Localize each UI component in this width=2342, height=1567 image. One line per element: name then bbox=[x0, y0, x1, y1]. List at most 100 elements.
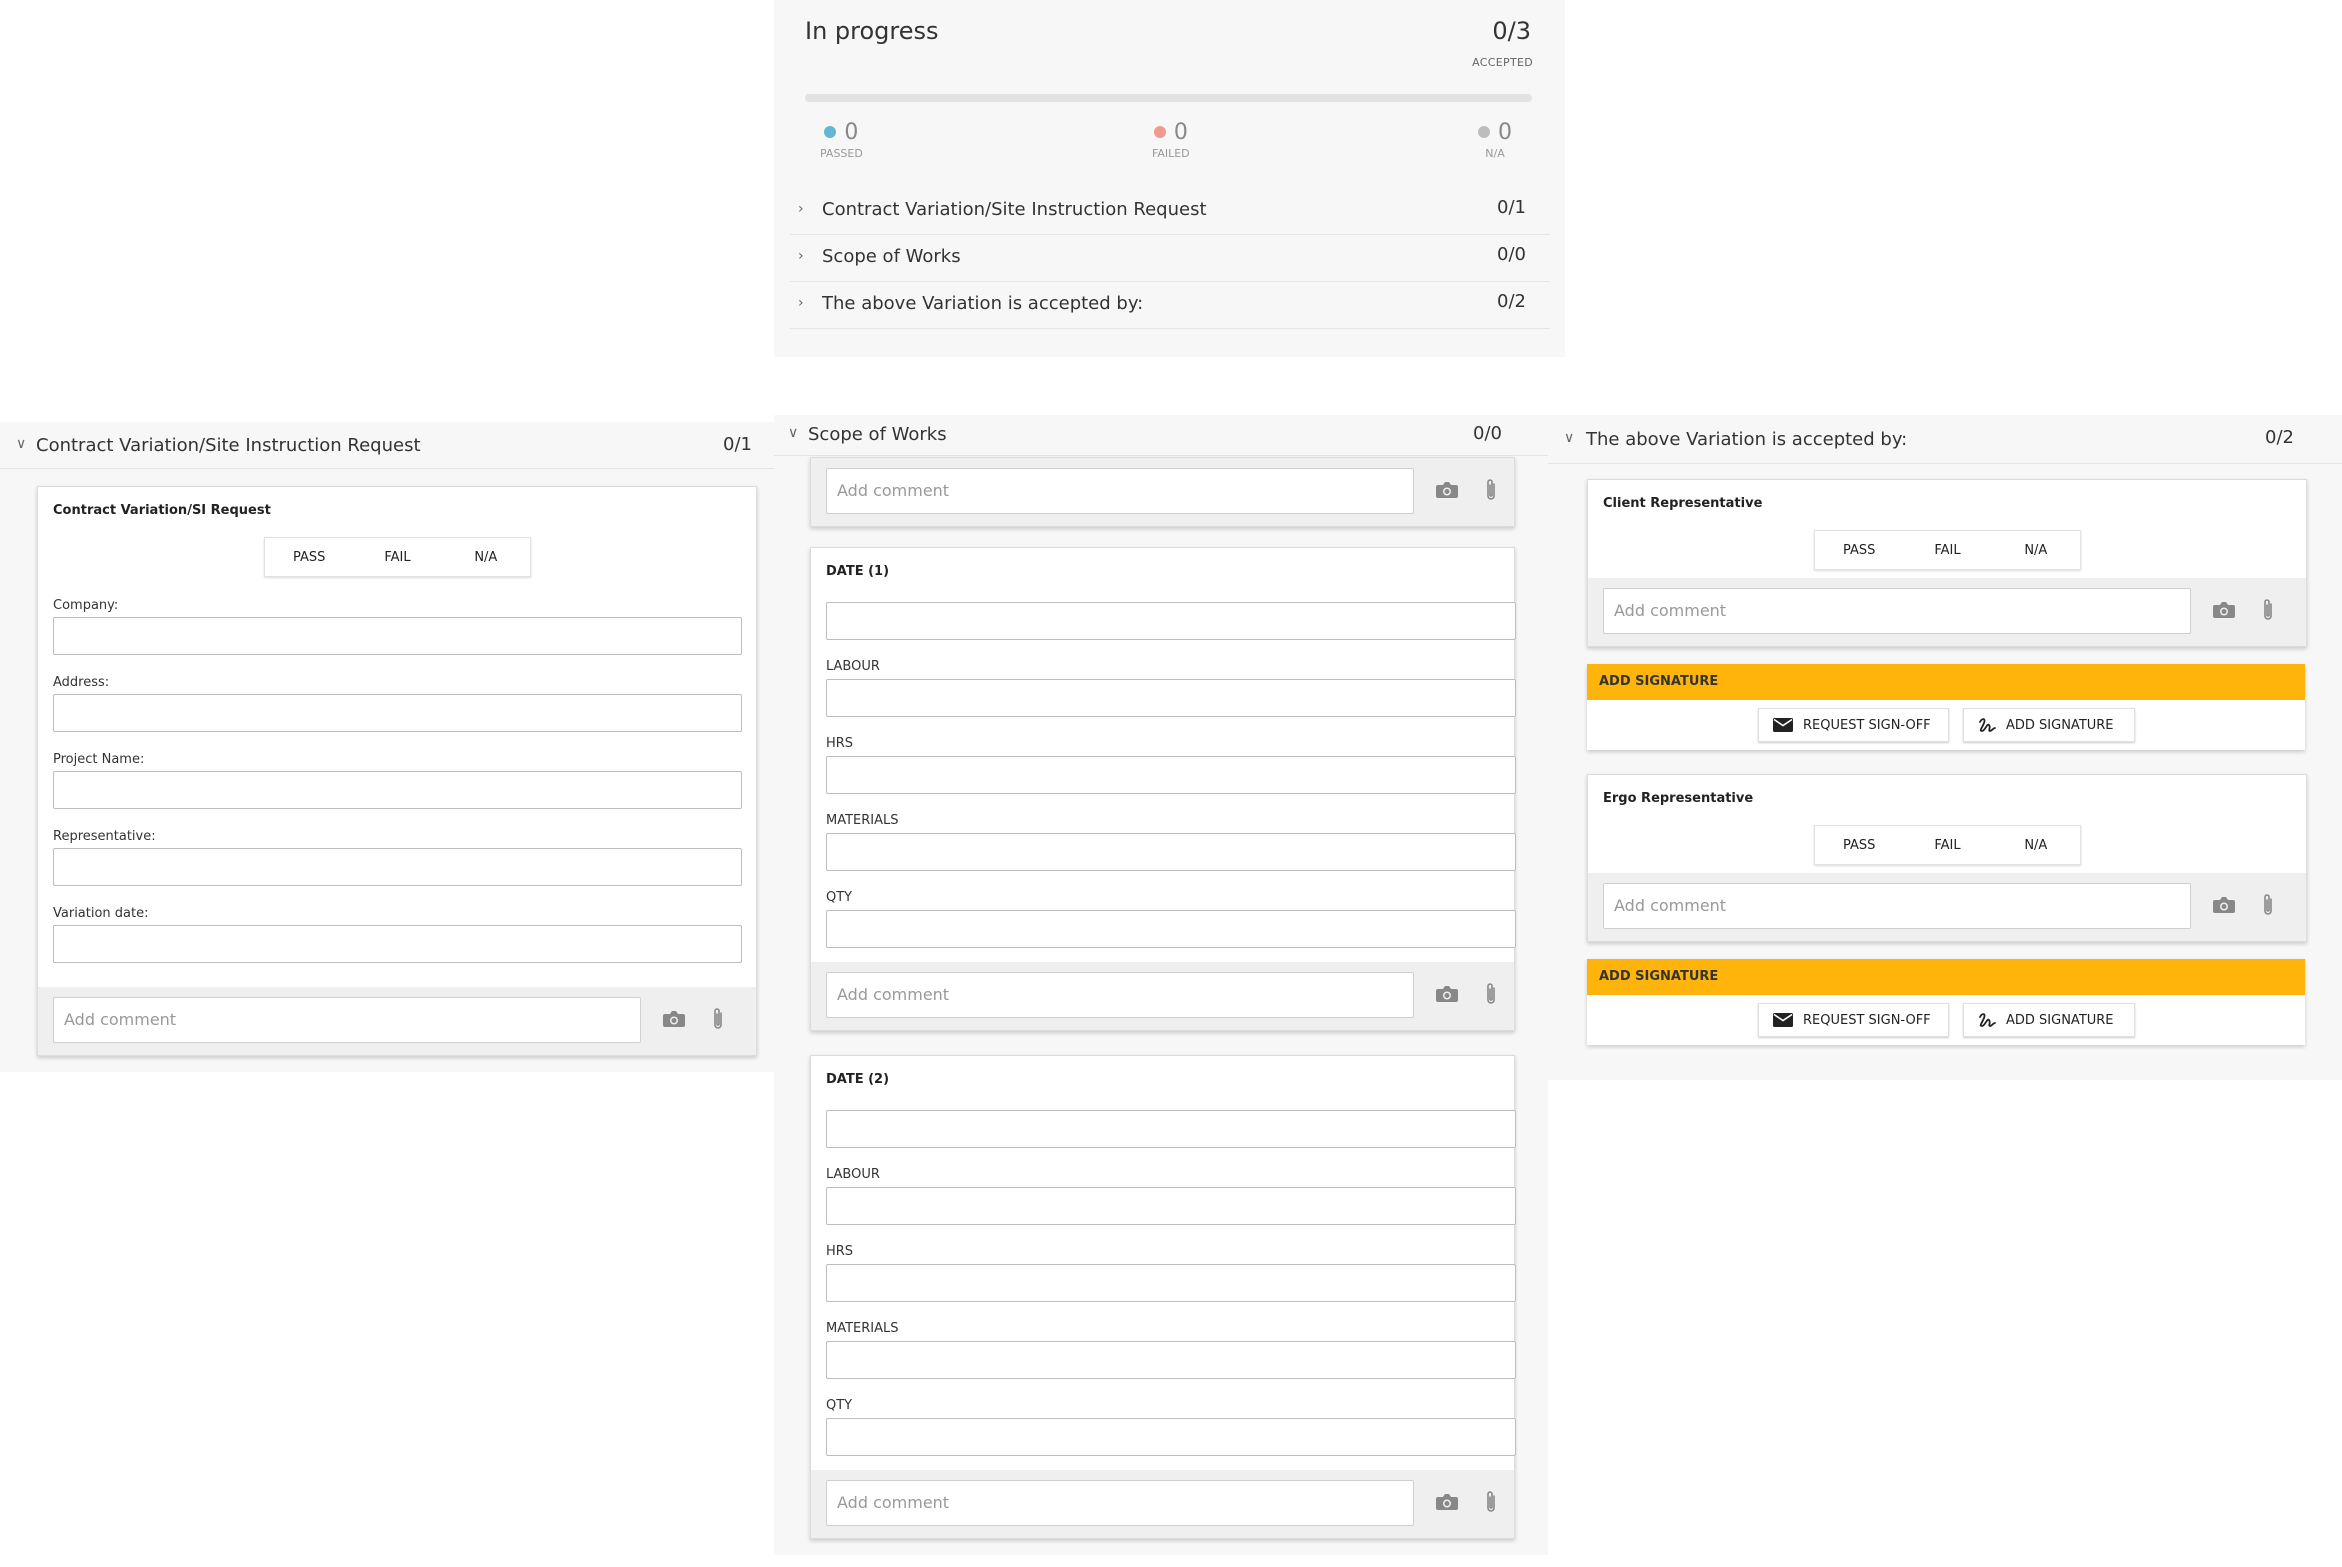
summary-row-accepted[interactable]: › The above Variation is accepted by: 0/… bbox=[790, 281, 1550, 329]
pass-button[interactable]: PASS bbox=[1815, 826, 1903, 864]
camera-icon[interactable] bbox=[2213, 897, 2235, 913]
camera-icon[interactable] bbox=[1436, 482, 1458, 498]
variation-date-field[interactable] bbox=[53, 925, 742, 963]
materials-field[interactable] bbox=[826, 1341, 1516, 1379]
ergo-rep-card: Ergo Representative PASS FAIL N/A Add co… bbox=[1587, 774, 2307, 942]
comment-bar: Add comment bbox=[38, 987, 756, 1055]
section-title: Scope of Works bbox=[808, 424, 947, 445]
inspection-summary: In progress 0/3 ACCEPTED 0 PASSED 0 FAIL… bbox=[774, 0, 1565, 357]
request-signoff-label: REQUEST SIGN-OFF bbox=[1803, 717, 1931, 733]
add-signature-heading: ADD SIGNATURE bbox=[1599, 969, 1719, 984]
accept-section: ∨ The above Variation is accepted by: 0/… bbox=[1548, 415, 2342, 1080]
comment-input[interactable]: Add comment bbox=[1603, 588, 2191, 634]
add-signature-button[interactable]: ADD SIGNATURE bbox=[1963, 708, 2135, 742]
pass-button[interactable]: PASS bbox=[265, 538, 353, 576]
hrs-field[interactable] bbox=[826, 756, 1516, 794]
labour-field[interactable] bbox=[826, 1187, 1516, 1225]
qty-field[interactable] bbox=[826, 910, 1516, 948]
client-rep-block: Client Representative PASS FAIL N/A Add … bbox=[1587, 479, 2307, 750]
na-button[interactable]: N/A bbox=[1992, 531, 2080, 569]
camera-icon[interactable] bbox=[663, 1011, 685, 1027]
paperclip-icon[interactable] bbox=[1484, 478, 1498, 502]
fail-button[interactable]: FAIL bbox=[1903, 531, 1991, 569]
project-name-field[interactable] bbox=[53, 771, 742, 809]
company-field[interactable] bbox=[53, 617, 742, 655]
representative-field[interactable] bbox=[53, 848, 742, 886]
contract-section: ∨ Contract Variation/Site Instruction Re… bbox=[0, 422, 774, 1072]
rep-title: Client Representative bbox=[1603, 496, 1763, 511]
na-button[interactable]: N/A bbox=[442, 538, 530, 576]
chevron-down-icon: ∨ bbox=[16, 436, 27, 452]
comment-input[interactable]: Add comment bbox=[53, 997, 641, 1043]
add-signature-label: ADD SIGNATURE bbox=[2006, 1012, 2114, 1028]
date-title: DATE (2) bbox=[826, 1072, 890, 1087]
failed-dot-icon bbox=[1153, 126, 1166, 138]
section-count: 0/2 bbox=[2265, 427, 2294, 448]
envelope-icon bbox=[1773, 718, 1793, 732]
failed-count: 0 bbox=[1173, 120, 1188, 145]
pass-button[interactable]: PASS bbox=[1815, 531, 1903, 569]
chevron-right-icon: › bbox=[798, 248, 804, 264]
failed-label: FAILED bbox=[1152, 147, 1190, 160]
summary-row-count: 0/0 bbox=[1497, 244, 1526, 265]
paperclip-icon[interactable] bbox=[2261, 598, 2275, 622]
qty-label: QTY bbox=[826, 890, 853, 905]
na-label: N/A bbox=[1485, 147, 1505, 160]
labour-label: LABOUR bbox=[826, 1167, 880, 1182]
scope-intro-card: Add comment bbox=[810, 457, 1515, 527]
paperclip-icon[interactable] bbox=[1484, 1490, 1498, 1514]
add-signature-button[interactable]: ADD SIGNATURE bbox=[1963, 1003, 2135, 1037]
stat-na: 0 N/A bbox=[1478, 120, 1512, 160]
qty-field[interactable] bbox=[826, 1418, 1516, 1456]
section-title: Contract Variation/Site Instruction Requ… bbox=[36, 435, 421, 456]
camera-icon[interactable] bbox=[1436, 1494, 1458, 1510]
accept-section-header[interactable]: ∨ The above Variation is accepted by: 0/… bbox=[1548, 415, 2342, 464]
project-name-label: Project Name: bbox=[53, 752, 145, 767]
date-field[interactable] bbox=[826, 1110, 1516, 1148]
pass-fail-na-group: PASS FAIL N/A bbox=[1814, 825, 2081, 865]
date-title: DATE (1) bbox=[826, 564, 890, 579]
section-count: 0/1 bbox=[723, 434, 752, 455]
progress-bar bbox=[805, 94, 1532, 102]
hrs-label: HRS bbox=[826, 1244, 854, 1259]
camera-icon[interactable] bbox=[1436, 986, 1458, 1002]
request-signoff-button[interactable]: REQUEST SIGN-OFF bbox=[1758, 1003, 1949, 1037]
fail-button[interactable]: FAIL bbox=[1903, 826, 1991, 864]
camera-icon[interactable] bbox=[2213, 602, 2235, 618]
summary-row-scope[interactable]: › Scope of Works 0/0 bbox=[790, 234, 1550, 282]
hrs-field[interactable] bbox=[826, 1264, 1516, 1302]
status-title: In progress bbox=[805, 17, 939, 45]
fail-button[interactable]: FAIL bbox=[353, 538, 441, 576]
chevron-right-icon: › bbox=[798, 201, 804, 217]
request-signoff-button[interactable]: REQUEST SIGN-OFF bbox=[1758, 708, 1949, 742]
comment-input[interactable]: Add comment bbox=[826, 972, 1414, 1018]
ergo-signature-block: ADD SIGNATURE REQUEST SIGN-OFF ADD SIGNA… bbox=[1587, 959, 2305, 1045]
chevron-down-icon: ∨ bbox=[1564, 430, 1575, 446]
comment-input[interactable]: Add comment bbox=[1603, 883, 2191, 929]
passed-count: 0 bbox=[844, 120, 859, 145]
scope-section-header[interactable]: ∨ Scope of Works 0/0 bbox=[774, 415, 1548, 456]
na-button[interactable]: N/A bbox=[1992, 826, 2080, 864]
paperclip-icon[interactable] bbox=[1484, 982, 1498, 1006]
add-signature-bar: ADD SIGNATURE bbox=[1587, 664, 2305, 700]
summary-row-contract[interactable]: › Contract Variation/Site Instruction Re… bbox=[790, 187, 1550, 235]
date-field[interactable] bbox=[826, 602, 1516, 640]
address-label: Address: bbox=[53, 675, 110, 690]
contract-section-header[interactable]: ∨ Contract Variation/Site Instruction Re… bbox=[0, 422, 774, 469]
paperclip-icon[interactable] bbox=[2261, 893, 2275, 917]
labour-field[interactable] bbox=[826, 679, 1516, 717]
summary-row-count: 0/2 bbox=[1497, 291, 1526, 312]
chevron-down-icon: ∨ bbox=[788, 425, 799, 441]
stat-failed: 0 FAILED bbox=[1152, 120, 1190, 160]
paperclip-icon[interactable] bbox=[711, 1007, 725, 1031]
comment-input[interactable]: Add comment bbox=[826, 468, 1414, 514]
pass-fail-na-group: PASS FAIL N/A bbox=[1814, 530, 2081, 570]
client-rep-card: Client Representative PASS FAIL N/A Add … bbox=[1587, 479, 2307, 647]
request-signoff-label: REQUEST SIGN-OFF bbox=[1803, 1012, 1931, 1028]
materials-field[interactable] bbox=[826, 833, 1516, 871]
qty-label: QTY bbox=[826, 1398, 853, 1413]
scope-section: ∨ Scope of Works 0/0 Add comment DATE (1… bbox=[774, 415, 1548, 1555]
comment-input[interactable]: Add comment bbox=[826, 1480, 1414, 1526]
address-field[interactable] bbox=[53, 694, 742, 732]
ergo-rep-block: Ergo Representative PASS FAIL N/A Add co… bbox=[1587, 774, 2307, 1045]
